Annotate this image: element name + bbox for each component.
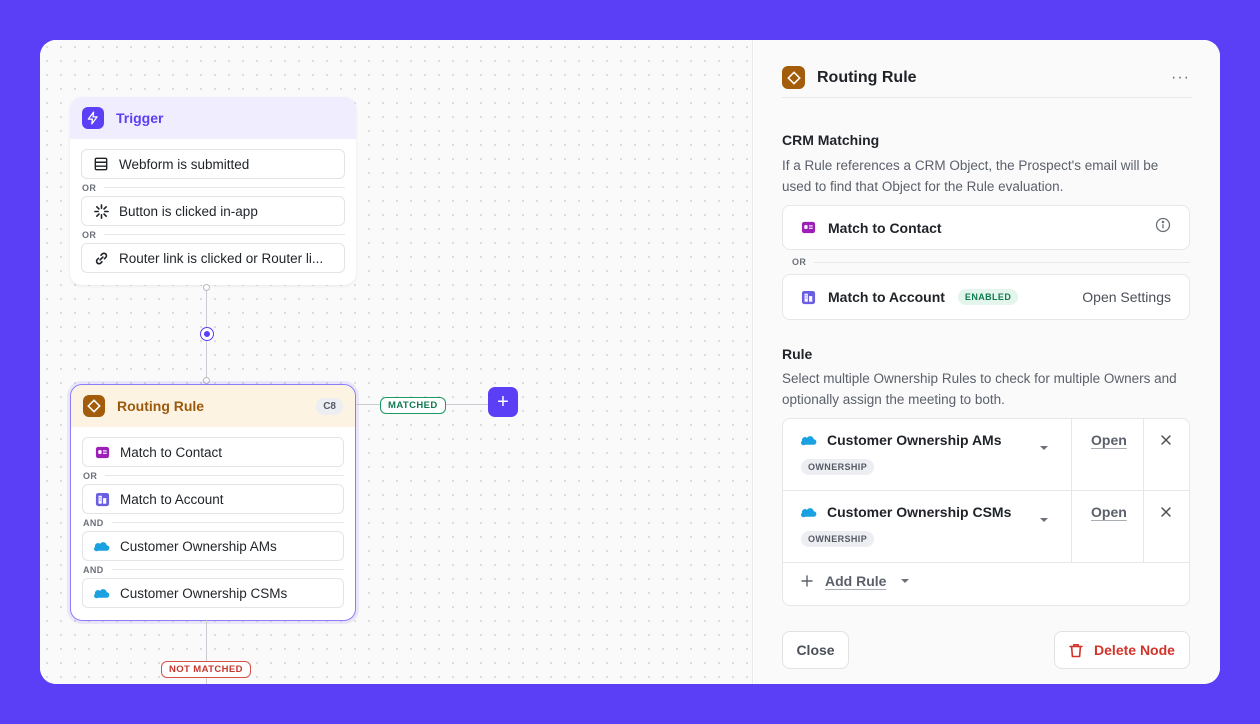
match-account-label: Match to Account (828, 289, 945, 305)
link-icon (93, 250, 109, 266)
trigger-item-label: Button is clicked in-app (119, 203, 258, 219)
routing-item-label: Match to Contact (120, 444, 223, 460)
trigger-item-label: Webform is submitted (119, 156, 250, 172)
connector-add-point[interactable] (201, 328, 213, 340)
salesforce-cloud-icon (801, 434, 817, 446)
rule-select[interactable]: Customer Ownership AMs (801, 432, 1002, 448)
match-contact-card[interactable]: Match to Contact (782, 205, 1190, 250)
rule-section-description: Select multiple Ownership Rules to check… (782, 371, 1177, 407)
match-contact-label: Match to Contact (828, 219, 942, 236)
info-icon[interactable] (1155, 217, 1171, 238)
enabled-badge: ENABLED (957, 289, 1019, 305)
crm-matching-title: CRM Matching (782, 132, 880, 148)
routing-item-ownership-csms[interactable]: Customer Ownership CSMs (82, 578, 344, 608)
and-separator: AND (82, 514, 344, 531)
routing-node-title: Routing Rule (117, 398, 205, 414)
or-separator: OR (82, 467, 344, 484)
delete-node-label: Delete Node (1094, 642, 1175, 658)
add-rule-label: Add Rule (825, 573, 887, 589)
node-settings-panel: Routing Rule ··· CRM Matching If a Rule … (754, 40, 1220, 684)
salesforce-cloud-icon (801, 506, 817, 518)
or-separator: OR (81, 179, 345, 196)
routing-item-match-account[interactable]: Match to Account (82, 484, 344, 514)
trigger-node-title: Trigger (116, 110, 164, 126)
open-rule-link[interactable]: Open (1091, 432, 1127, 448)
divider (1071, 419, 1072, 491)
diamond-icon (782, 66, 805, 89)
matched-label: MATCHED (380, 397, 446, 414)
app-window: Trigger Webform is submitted OR Button i… (40, 40, 1220, 684)
plus-icon (801, 575, 813, 587)
panel-header: Routing Rule ··· (782, 58, 1192, 98)
contact-card-icon (94, 444, 110, 460)
divider (1071, 491, 1072, 563)
connector-handle[interactable] (203, 284, 210, 291)
rule-row[interactable]: Customer Ownership CSMs OWNERSHIP Open (783, 491, 1189, 563)
trigger-item-button-click[interactable]: Button is clicked in-app (81, 196, 345, 226)
contact-card-icon (801, 220, 816, 235)
salesforce-cloud-icon (94, 538, 110, 554)
open-settings-link[interactable]: Open Settings (1082, 289, 1171, 305)
workflow-canvas[interactable]: Trigger Webform is submitted OR Button i… (40, 40, 753, 684)
routing-item-label: Customer Ownership AMs (120, 538, 277, 554)
click-icon (93, 203, 109, 219)
rule-name: Customer Ownership CSMs (827, 504, 1012, 520)
account-building-icon (94, 491, 110, 507)
routing-item-label: Match to Account (120, 491, 224, 507)
routing-rule-node[interactable]: Routing Rule C8 Match to Contact OR Matc… (70, 384, 356, 621)
chevron-down-icon[interactable] (1039, 510, 1049, 528)
form-icon (93, 156, 109, 172)
trash-icon (1069, 643, 1083, 657)
rule-section-title: Rule (782, 346, 813, 362)
trigger-item-webform[interactable]: Webform is submitted (81, 149, 345, 179)
close-icon[interactable] (1160, 505, 1172, 523)
ownership-badge: OWNERSHIP (801, 531, 875, 547)
trigger-item-label: Router link is clicked or Router li... (119, 250, 324, 266)
or-separator: OR (81, 226, 345, 243)
chevron-down-icon[interactable] (1039, 438, 1049, 456)
rule-row[interactable]: Customer Ownership AMs OWNERSHIP Open (783, 419, 1189, 491)
trigger-node-header: Trigger (70, 97, 356, 139)
salesforce-cloud-icon (94, 585, 110, 601)
diamond-icon (83, 395, 105, 417)
lightning-icon (82, 107, 104, 129)
rule-select[interactable]: Customer Ownership CSMs (801, 504, 1011, 520)
node-id-badge: C8 (316, 397, 343, 415)
or-separator: OR (782, 255, 1190, 269)
crm-matching-description: If a Rule references a CRM Object, the P… (782, 158, 1159, 194)
divider (1143, 491, 1144, 563)
add-node-button[interactable]: + (488, 387, 518, 417)
and-separator: AND (82, 561, 344, 578)
routing-node-header: Routing Rule C8 (71, 385, 355, 427)
panel-title: Routing Rule (817, 68, 917, 86)
routing-item-ownership-ams[interactable]: Customer Ownership AMs (82, 531, 344, 561)
routing-item-label: Customer Ownership CSMs (120, 585, 288, 601)
account-building-icon (801, 290, 816, 305)
chevron-down-icon[interactable] (900, 578, 910, 584)
delete-node-button[interactable]: Delete Node (1054, 631, 1190, 669)
match-account-card[interactable]: Match to Account ENABLED Open Settings (782, 274, 1190, 320)
divider (1143, 419, 1144, 491)
not-matched-label: NOT MATCHED (161, 661, 251, 678)
open-rule-link[interactable]: Open (1091, 504, 1127, 520)
rule-name: Customer Ownership AMs (827, 432, 1002, 448)
ownership-badge: OWNERSHIP (801, 459, 875, 475)
more-options-icon[interactable]: ··· (1171, 69, 1190, 87)
trigger-item-router-link[interactable]: Router link is clicked or Router li... (81, 243, 345, 273)
connector-handle[interactable] (203, 377, 210, 384)
ownership-rules-list: Customer Ownership AMs OWNERSHIP Open Cu… (782, 418, 1190, 606)
trigger-node[interactable]: Trigger Webform is submitted OR Button i… (70, 97, 356, 285)
close-button[interactable]: Close (782, 631, 849, 669)
add-rule-button[interactable]: Add Rule (801, 573, 910, 589)
routing-item-match-contact[interactable]: Match to Contact (82, 437, 344, 467)
close-icon[interactable] (1160, 433, 1172, 451)
